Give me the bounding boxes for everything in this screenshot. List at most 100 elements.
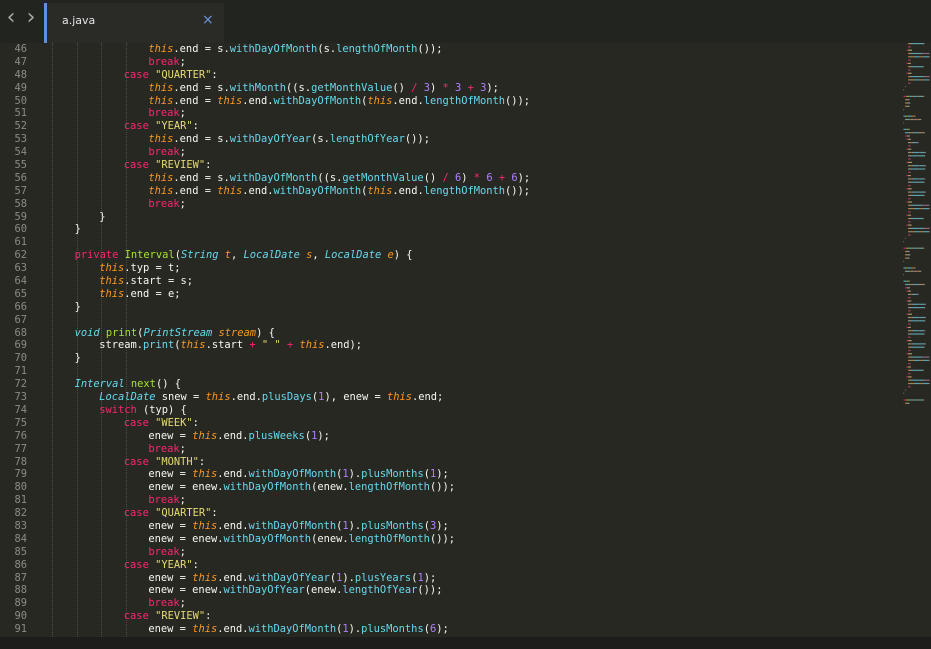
minimap-token	[909, 46, 911, 48]
code-line[interactable]	[50, 236, 530, 249]
code-line[interactable]: case "QUARTER":	[50, 69, 530, 82]
code-line[interactable]: break;	[50, 107, 530, 120]
code-line[interactable]: }	[50, 223, 530, 236]
code-line[interactable]: this.end = s.withDayOfYear(s.lengthOfYea…	[50, 133, 530, 146]
minimap-token	[923, 194, 925, 196]
code-line[interactable]: enew = this.end.withDayOfMonth(1).plusMo…	[50, 520, 530, 533]
code-line[interactable]: break;	[50, 56, 530, 69]
line-number: 62	[14, 249, 27, 262]
code-line[interactable]: }	[50, 211, 530, 224]
minimap[interactable]	[900, 43, 931, 637]
code-line[interactable]	[50, 365, 530, 378]
code-line[interactable]: enew = this.end.plusWeeks(1);	[50, 430, 530, 443]
code-line[interactable]: case "REVIEW":	[50, 159, 530, 172]
code-line[interactable]: enew = enew.withDayOfMonth(enew.lengthOf…	[50, 533, 530, 546]
code-line[interactable]: this.typ = t;	[50, 262, 530, 275]
code-line[interactable]: break;	[50, 494, 530, 507]
code-line[interactable]: enew = this.end.withDayOfMonth(1).plusMo…	[50, 623, 530, 636]
chevron-left-icon[interactable]: ‹	[0, 6, 22, 30]
minimap-token	[909, 356, 913, 358]
code-line[interactable]: break;	[50, 597, 530, 610]
code-line[interactable]: case "WEEK":	[50, 417, 530, 430]
code-line[interactable]	[50, 314, 530, 327]
code-line[interactable]: void print(PrintStream stream) {	[50, 327, 530, 340]
chevron-right-icon[interactable]: ›	[20, 6, 42, 30]
minimap-token	[909, 399, 910, 401]
minimap-token	[905, 115, 908, 117]
code-line[interactable]: break;	[50, 146, 530, 159]
code-line[interactable]: this.end = s.withDayOfMonth((s.getMonthV…	[50, 172, 530, 185]
minimap-token	[906, 224, 909, 226]
code-line[interactable]: this.end = this.end.withDayOfMonth(this.…	[50, 185, 530, 198]
close-icon[interactable]: ×	[202, 12, 214, 28]
code-line[interactable]: LocalDate snew = this.end.plusDays(1), e…	[50, 391, 530, 404]
code-line[interactable]: enew = enew.withDayOfMonth(enew.lengthOf…	[50, 481, 530, 494]
minimap-token	[903, 392, 905, 394]
tab-a-java[interactable]: a.java ×	[44, 3, 224, 43]
minimap-token	[927, 204, 928, 206]
code-token: "QUARTER"	[155, 507, 212, 520]
minimap-token	[921, 79, 924, 81]
code-line[interactable]: case "MONTH":	[50, 456, 530, 469]
code-line[interactable]: break;	[50, 443, 530, 456]
minimap-token	[925, 356, 927, 358]
code-line[interactable]: case "YEAR":	[50, 120, 530, 133]
minimap-token	[923, 247, 925, 249]
code-line[interactable]: case "REVIEW":	[50, 610, 530, 623]
code-line[interactable]: Interval next() {	[50, 378, 530, 391]
code-line[interactable]: enew = this.end.withDayOfYear(1).plusYea…	[50, 572, 530, 585]
code-line[interactable]: this.end = e;	[50, 288, 530, 301]
code-area[interactable]: this.end = s.withDayOfMonth(s.lengthOfMo…	[50, 43, 531, 636]
minimap-token	[915, 356, 918, 358]
line-number: 65	[14, 287, 27, 300]
line-number: 67	[14, 313, 27, 326]
code-line[interactable]: private Interval(String t, LocalDate s, …	[50, 249, 530, 262]
code-line[interactable]: break;	[50, 198, 530, 211]
minimap-token	[909, 194, 913, 196]
code-line[interactable]: enew = this.end.withDayOfMonth(1).plusMo…	[50, 468, 530, 481]
code-line[interactable]: this.start = s;	[50, 275, 530, 288]
minimap-token	[908, 280, 910, 282]
code-line[interactable]: }	[50, 352, 530, 365]
minimap-token	[908, 300, 911, 302]
code-line[interactable]: }	[50, 301, 530, 314]
code-line[interactable]: stream.print(this.start + " " + this.end…	[50, 339, 530, 352]
code-token: withDayOfMonth	[223, 532, 312, 545]
minimap-token	[919, 165, 920, 167]
code-token: :	[192, 558, 199, 571]
code-line[interactable]: break;	[50, 546, 530, 559]
minimap-token	[924, 227, 926, 229]
minimap-token	[903, 274, 905, 276]
minimap-token	[911, 56, 914, 58]
minimap-token	[927, 204, 929, 206]
minimap-token	[911, 188, 912, 190]
minimap-token	[928, 204, 929, 206]
minimap-token	[923, 178, 925, 180]
minimap-token	[909, 227, 913, 229]
minimap-token	[925, 76, 926, 78]
minimap-token	[911, 399, 913, 401]
code-token: .end =	[173, 94, 218, 107]
code-line[interactable]: case "YEAR":	[50, 559, 530, 572]
code-line[interactable]: switch (typ) {	[50, 404, 530, 417]
minimap-token	[917, 132, 919, 134]
minimap-token	[908, 313, 912, 315]
minimap-token	[927, 379, 929, 381]
minimap-token	[923, 79, 929, 81]
minimap-token	[903, 115, 905, 117]
minimap-token	[918, 303, 920, 305]
code-line[interactable]: this.end = this.end.withDayOfMonth(this.…	[50, 95, 530, 108]
code-token: ());	[429, 481, 455, 494]
minimap-token	[910, 165, 912, 167]
code-line[interactable]: case "QUARTER":	[50, 507, 530, 520]
code-line[interactable]: this.end = s.withDayOfMonth(s.lengthOfMo…	[50, 43, 530, 56]
minimap-token	[928, 231, 930, 233]
code-line[interactable]: this.end = s.withMonth((s.getMonthValue(…	[50, 82, 530, 95]
minimap-token	[911, 247, 913, 249]
code-editor[interactable]: 46 47 48 49 50 51 52 53 54 55 56 57 58 59 60 61 62 63 64 65…	[0, 43, 900, 637]
minimap-token	[923, 168, 926, 170]
code-token: String	[180, 249, 219, 262]
code-token: "WEEK"	[155, 416, 193, 429]
code-line[interactable]: enew = enew.withDayOfYear(enew.lengthOfY…	[50, 584, 530, 597]
minimap-token	[912, 333, 917, 335]
